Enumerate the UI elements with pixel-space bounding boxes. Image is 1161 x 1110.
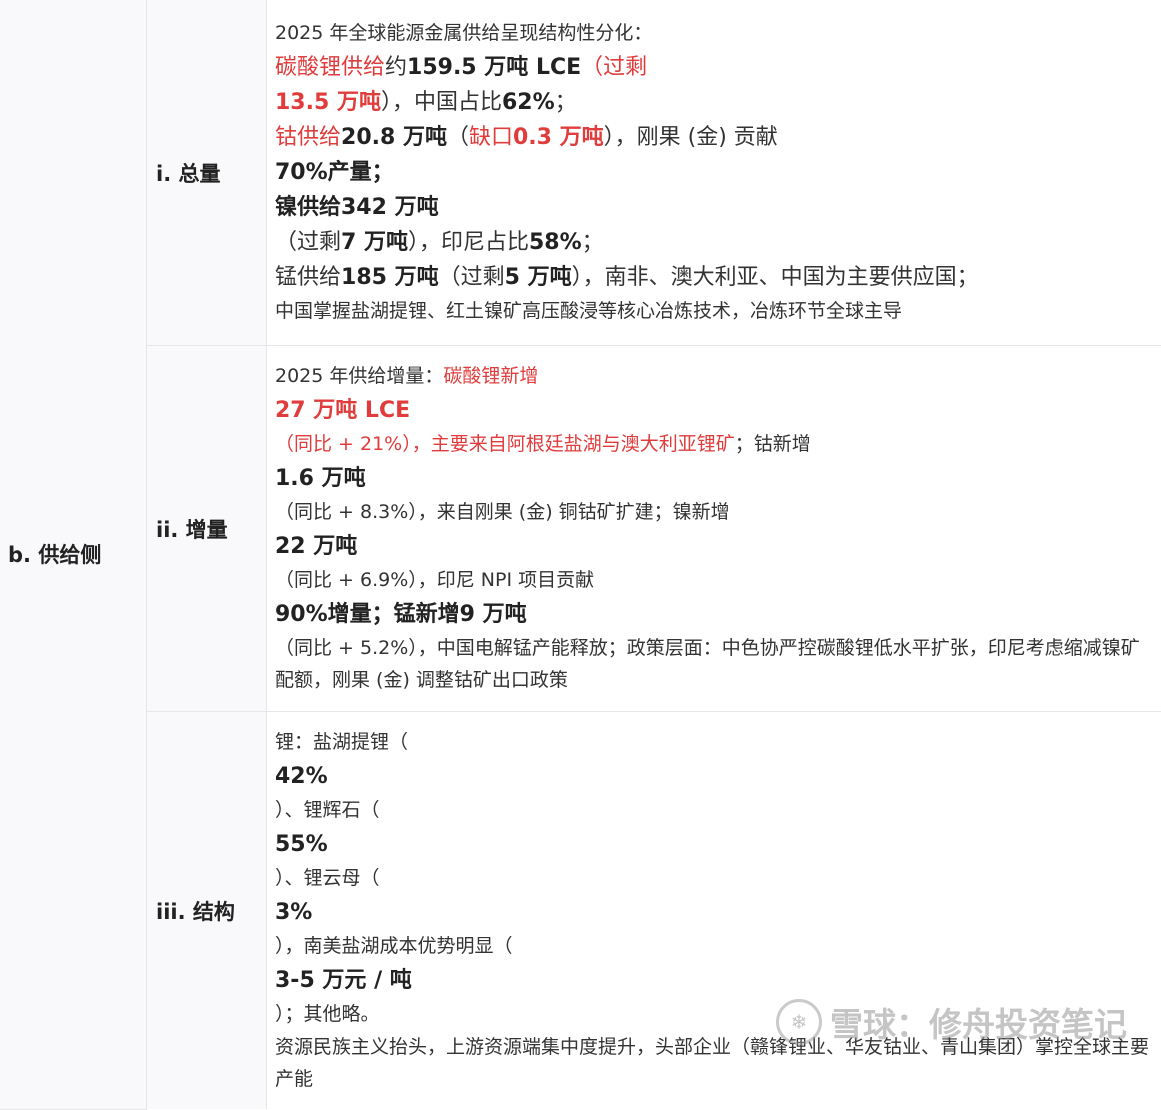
content-text: （过剩 [439, 265, 505, 290]
content-text: 锂：盐湖提锂（ [275, 731, 408, 753]
subcategory-label: iii. 结构 [156, 900, 235, 924]
category-cell: b. 供给侧 [0, 0, 147, 1109]
content-text: 90%增量；锰新增9 万吨 [275, 602, 527, 627]
content-text: ；钴新增 [735, 433, 811, 455]
table-row: b. 供给侧 i. 总量 2025 年全球能源金属供给呈现结构性分化：碳酸锂供给… [0, 0, 1161, 346]
content-text: ），中国占比 [381, 90, 502, 115]
content-line: 90%增量；锰新增9 万吨 [275, 597, 1155, 632]
content-line: 钴供给20.8 万吨（缺口0.3 万吨），刚果 (金) 贡献 [275, 120, 1155, 155]
content-text: 55% [275, 832, 328, 857]
content-text: 缺口 [469, 125, 513, 150]
content-text: （过剩 [581, 55, 647, 80]
content-text: 3-5 万元 / 吨 [275, 968, 412, 993]
subcategory-cell: i. 总量 [147, 0, 267, 346]
content-text: ）；其他略。 [275, 1003, 380, 1025]
content-line: 3% [275, 895, 1155, 930]
content-line: 42% [275, 759, 1155, 794]
content-line: 锂：盐湖提锂（ [275, 726, 1155, 759]
content-text: ），南非、澳大利亚、中国为主要供应国； [572, 265, 979, 290]
subcategory-label: ii. 增量 [156, 518, 228, 542]
subcategory-cell: iii. 结构 [147, 712, 267, 1110]
table-row: iii. 结构 锂：盐湖提锂（ 42% ）、锂辉石（ 55% ）、锂云母（ 3% ），南美盐… [0, 712, 1161, 1110]
content-text: 22 万吨 [275, 534, 357, 559]
content-text: ； [582, 230, 604, 255]
content-text: （同比 + 6.9%），印尼 NPI 项目贡献 [275, 569, 594, 591]
content-text: ）、锂云母（ [275, 867, 380, 889]
content-line: 中国掌握盐湖提锂、红土镍矿高压酸浸等核心冶炼技术，冶炼环节全球主导 [275, 295, 1155, 328]
content-line: 55% [275, 827, 1155, 862]
table-row: ii. 增量 2025 年供给增量：碳酸锂新增 27 万吨 LCE （同比 + 21… [0, 346, 1161, 712]
content-text: 13.5 万吨 [275, 90, 381, 115]
content-text: （同比 + 8.3%），来自刚果 (金) 铜钴矿扩建；镍新增 [275, 501, 730, 523]
content-text: ），南美盐湖成本优势明显（ [275, 935, 513, 957]
content-text: 1.6 万吨 [275, 466, 366, 491]
content-text: 2025 年供给增量： [275, 365, 443, 387]
content-text: 中国掌握盐湖提锂、红土镍矿高压酸浸等核心冶炼技术，冶炼环节全球主导 [275, 300, 902, 322]
content-cell: 2025 年供给增量：碳酸锂新增 27 万吨 LCE （同比 + 21%），主要来自… [267, 346, 1161, 712]
content-text: （ [447, 125, 469, 150]
content-line: 锰供给185 万吨（过剩5 万吨），南非、澳大利亚、中国为主要供应国； [275, 260, 1155, 295]
content-text: 碳酸锂新增 [443, 365, 538, 387]
content-text: ），刚果 (金) 贡献 [604, 125, 778, 150]
content-text: ），印尼占比 [408, 230, 529, 255]
content-line: ），南美盐湖成本优势明显（ [275, 930, 1155, 963]
content-line: （同比 + 6.9%），印尼 NPI 项目贡献 [275, 564, 1155, 597]
content-text: 62% [502, 90, 555, 115]
content-text: 5 万吨 [505, 265, 572, 290]
content-line: （同比 + 21%），主要来自阿根廷盐湖与澳大利亚锂矿；钴新增 [275, 428, 1155, 461]
content-text: 资源民族主义抬头，上游资源端集中度提升，头部企业（赣锋锂业、华友钴业、青山集团）… [275, 1036, 1149, 1090]
content-line: ）、锂辉石（ [275, 794, 1155, 827]
content-text: ； [555, 90, 577, 115]
content-line: 2025 年供给增量：碳酸锂新增 [275, 360, 1155, 393]
content-text: （同比 + 5.2%），中国电解锰产能释放；政策层面：中色协严控碳酸锂低水平扩张… [275, 637, 1140, 691]
content-line: 1.6 万吨 [275, 461, 1155, 496]
content-line: 70%产量； [275, 155, 1155, 190]
content-text: 7 万吨 [341, 230, 408, 255]
subcategory-label: i. 总量 [156, 162, 221, 186]
content-line: 2025 年全球能源金属供给呈现结构性分化： [275, 17, 1155, 50]
content-text: 3% [275, 900, 312, 925]
content-text: 碳酸锂供给 [275, 55, 385, 80]
content-text: 185 万吨 [341, 265, 439, 290]
content-line: 资源民族主义抬头，上游资源端集中度提升，头部企业（赣锋锂业、华友钴业、青山集团）… [275, 1031, 1155, 1095]
content-text: 镍供给342 万吨 [275, 195, 439, 220]
content-line: ）；其他略。 [275, 998, 1155, 1031]
content-text: 锰供给 [275, 265, 341, 290]
content-text: 20.8 万吨 [341, 125, 447, 150]
content-text: 钴供给 [275, 125, 341, 150]
content-text: ）、锂辉石（ [275, 799, 380, 821]
content-line: 27 万吨 LCE [275, 393, 1155, 428]
content-text: 159.5 万吨 LCE [407, 55, 581, 80]
content-line: （同比 + 8.3%），来自刚果 (金) 铜钴矿扩建；镍新增 [275, 496, 1155, 529]
content-cell: 2025 年全球能源金属供给呈现结构性分化： 碳酸锂供给约159.5 万吨 LCE… [267, 0, 1161, 346]
content-text: 约 [385, 55, 407, 80]
content-text: （过剩 [275, 230, 341, 255]
content-text: 2025 年全球能源金属供给呈现结构性分化： [275, 22, 652, 44]
content-text: 58% [529, 230, 582, 255]
content-line: 碳酸锂供给约159.5 万吨 LCE（过剩 [275, 50, 1155, 85]
content-cell: 锂：盐湖提锂（ 42% ）、锂辉石（ 55% ）、锂云母（ 3% ），南美盐湖成本优势明显（… [267, 712, 1161, 1110]
content-line: 13.5 万吨），中国占比62%； [275, 85, 1155, 120]
content-line: （过剩7 万吨），印尼占比58%； [275, 225, 1155, 260]
category-label: b. 供给侧 [8, 543, 101, 567]
content-text: （同比 + 21%），主要来自阿根廷盐湖与澳大利亚锂矿 [275, 433, 735, 455]
content-line: 镍供给342 万吨 [275, 190, 1155, 225]
content-line: 22 万吨 [275, 529, 1155, 564]
subcategory-cell: ii. 增量 [147, 346, 267, 712]
content-text: 42% [275, 764, 328, 789]
content-line: （同比 + 5.2%），中国电解锰产能释放；政策层面：中色协严控碳酸锂低水平扩张… [275, 632, 1155, 696]
content-line: 3-5 万元 / 吨 [275, 963, 1155, 998]
content-text: 0.3 万吨 [513, 125, 604, 150]
content-text: 70%产量； [275, 160, 394, 185]
content-text: 27 万吨 LCE [275, 398, 410, 423]
content-line: ）、锂云母（ [275, 862, 1155, 895]
supply-table: b. 供给侧 i. 总量 2025 年全球能源金属供给呈现结构性分化： 碳酸锂供给… [0, 0, 1161, 1110]
